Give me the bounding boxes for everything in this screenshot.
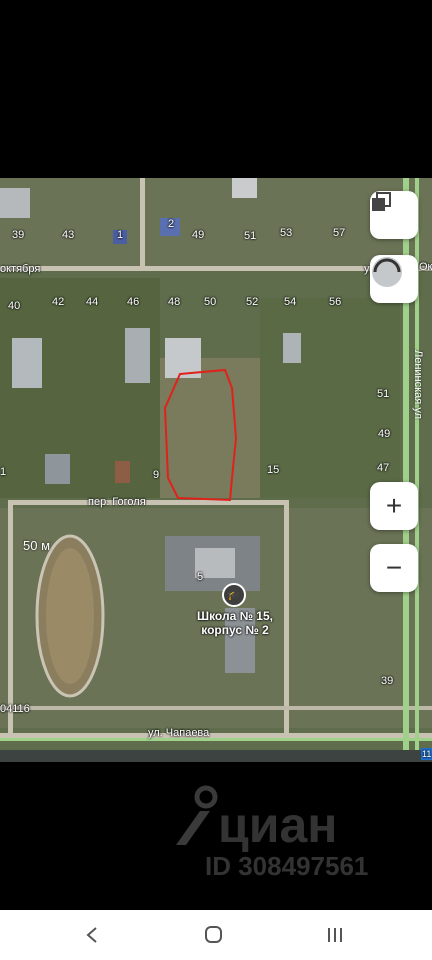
house-number: 9 <box>153 469 160 481</box>
street-label-oktyabrya-right2: Ок <box>419 261 432 273</box>
house-number: 2 <box>168 218 175 230</box>
house-number: 46 <box>127 296 140 308</box>
house-number: 56 <box>329 296 342 308</box>
home-icon <box>205 926 222 943</box>
house-number: 39 <box>381 675 394 687</box>
back-button[interactable] <box>62 910 122 960</box>
system-navigation-bar <box>0 910 432 960</box>
house-number: 52 <box>246 296 259 308</box>
traffic-button[interactable] <box>370 255 418 303</box>
house-number: 44 <box>86 296 99 308</box>
traffic-icon <box>372 257 402 287</box>
layers-icon <box>372 192 391 211</box>
house-number: 47 <box>377 462 390 474</box>
street-label-chapaeva: ул. Чапаева <box>148 727 210 739</box>
street-label-oktyabrya-right: у <box>364 263 370 275</box>
scale-label: 50 м <box>23 538 51 553</box>
house-number: 39 <box>12 229 25 241</box>
house-number: 42 <box>52 296 65 308</box>
house-number: 1 <box>117 229 124 241</box>
house-number: 48 <box>168 296 181 308</box>
watermark-id: ID 308497561 <box>205 851 369 881</box>
cian-logo-icon <box>176 785 218 845</box>
street-label-leninskaya: Ленинская ул <box>412 350 424 419</box>
edge-label: 04116 <box>0 703 30 715</box>
zoom-in-button[interactable]: + <box>370 482 418 530</box>
house-number: 49 <box>192 229 205 241</box>
house-number: 50 <box>204 296 217 308</box>
satellite-map[interactable]: 39 43 1 2 49 51 53 57 40 42 44 46 48 50 … <box>0 178 432 762</box>
watermark-brand: циан <box>218 797 338 853</box>
school-icon[interactable]: 🎓 <box>222 583 246 607</box>
edge-digit: 1 <box>0 466 7 478</box>
house-number: 49 <box>378 428 391 440</box>
street-label-oktyabrya: октября <box>0 263 41 275</box>
house-number: 5 <box>197 571 204 583</box>
house-number: 54 <box>284 296 297 308</box>
house-number: 57 <box>333 227 346 239</box>
road-sign: 11 <box>421 748 432 760</box>
recents-button[interactable] <box>305 910 365 960</box>
poi-label[interactable]: Школа № 15, корпус № 2 <box>180 609 290 637</box>
house-number: 51 <box>377 388 390 400</box>
house-number: 53 <box>280 227 293 239</box>
street-label-gogolya: пер. Гоголя <box>88 496 146 508</box>
zoom-out-button[interactable]: − <box>370 544 418 592</box>
poi-name: Школа № 15, <box>197 609 273 623</box>
poi-name-line2: корпус № 2 <box>201 623 269 637</box>
house-number: 43 <box>62 229 75 241</box>
house-number: 15 <box>267 464 280 476</box>
house-number: 51 <box>244 230 257 242</box>
house-number: 40 <box>8 300 21 312</box>
back-icon <box>86 927 97 943</box>
layers-button[interactable] <box>370 191 418 239</box>
recents-icon <box>328 928 342 942</box>
home-button[interactable] <box>184 910 244 960</box>
